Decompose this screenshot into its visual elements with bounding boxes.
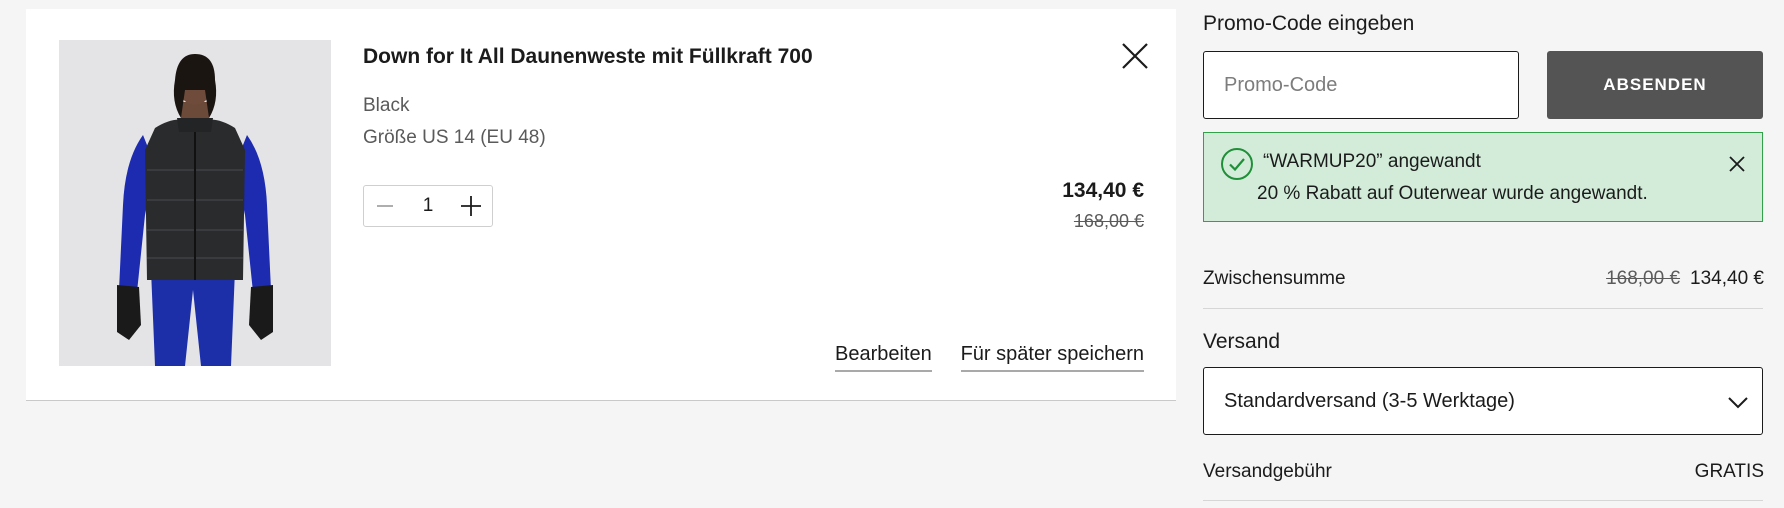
product-photo-vest: [59, 40, 331, 366]
subtotal-current: 134,40 €: [1690, 268, 1764, 289]
cart-item-card: Down for It All Daunenweste mit Füllkraf…: [26, 9, 1176, 401]
divider: [1203, 308, 1763, 309]
check-circle-icon: [1221, 148, 1253, 180]
subtotal-values: 168,00 € 134,40 €: [1606, 268, 1764, 290]
shipping-fee-value: GRATIS: [1694, 461, 1764, 482]
close-icon: [1122, 43, 1148, 69]
minus-icon: [377, 205, 393, 207]
subtotal-label: Zwischensumme: [1203, 268, 1346, 289]
product-title[interactable]: Down for It All Daunenweste mit Füllkraf…: [363, 45, 813, 69]
remove-item-button[interactable]: [1118, 39, 1152, 73]
promo-submit-button[interactable]: ABSENDEN: [1547, 51, 1763, 119]
promo-success-banner: “WARMUP20” angewandt 20 % Rabatt auf Out…: [1203, 132, 1763, 222]
increase-quantity-button[interactable]: [450, 186, 492, 226]
shipping-method-select[interactable]: Standardversand (3-5 Werktage): [1203, 367, 1763, 435]
save-for-later-link[interactable]: Für später speichern: [960, 343, 1144, 372]
shipping-heading: Versand: [1203, 330, 1281, 353]
dismiss-promo-button[interactable]: [1726, 153, 1748, 175]
applied-promo-code: “WARMUP20” angewandt: [1263, 151, 1481, 172]
product-size: Größe US 14 (EU 48): [363, 127, 546, 148]
close-icon: [1729, 156, 1745, 172]
plus-icon: [460, 196, 481, 216]
edit-item-link[interactable]: Bearbeiten: [835, 343, 932, 372]
subtotal-original: 168,00 €: [1606, 268, 1681, 289]
promo-heading: Promo-Code eingeben: [1203, 12, 1415, 35]
item-price-original: 168,00 €: [1073, 211, 1144, 231]
product-image[interactable]: [59, 40, 331, 366]
divider: [1203, 500, 1763, 501]
decrease-quantity-button[interactable]: [364, 186, 406, 226]
applied-promo-message: 20 % Rabatt auf Outerwear wurde angewand…: [1257, 183, 1648, 204]
shipping-fee-label: Versandgebühr: [1203, 461, 1332, 482]
quantity-value: 1: [422, 195, 434, 216]
shipping-method-value: Standardversand (3-5 Werktage): [1224, 390, 1515, 412]
item-price-current: 134,40 €: [1062, 179, 1144, 202]
promo-code-input[interactable]: [1203, 51, 1519, 119]
product-color: Black: [363, 95, 410, 116]
quantity-stepper: 1: [363, 185, 493, 227]
chevron-down-icon: [1728, 397, 1748, 409]
